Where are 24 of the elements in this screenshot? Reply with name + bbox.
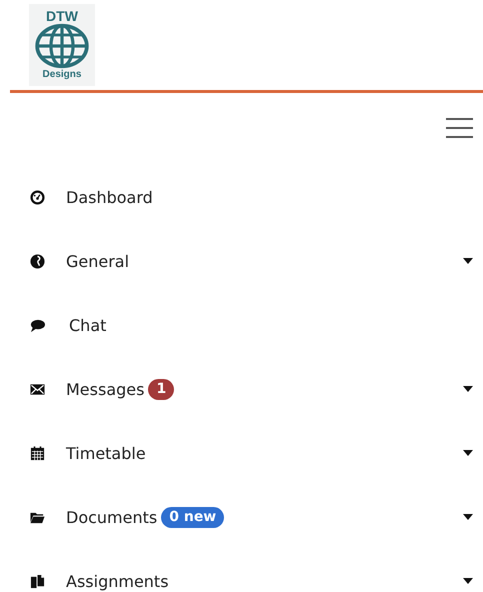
menu-label: Dashboard xyxy=(66,188,153,206)
logo-text: DTW xyxy=(46,9,78,23)
menu-item[interactable]: Messages 1 xyxy=(0,357,483,421)
envelope-icon xyxy=(30,382,45,396)
count-badge: 0 new xyxy=(161,506,224,528)
menu-label: Documents xyxy=(66,508,158,526)
files-icon xyxy=(30,574,45,588)
menu-item[interactable]: Documents 0 new xyxy=(0,485,483,549)
menu-item[interactable]: Assignments xyxy=(0,549,483,592)
logo-text: Designs xyxy=(42,69,82,81)
menu-label: Assignments xyxy=(66,572,169,590)
menu-item[interactable]: Timetable xyxy=(0,421,483,485)
menu-item[interactable]: Chat xyxy=(0,293,483,357)
menu-icon[interactable] xyxy=(446,118,473,138)
menu-item[interactable]: General xyxy=(0,229,483,293)
menu-item[interactable]: Dashboard xyxy=(0,165,483,229)
menu-label: Timetable xyxy=(66,444,146,462)
speech-bubble-icon xyxy=(30,318,45,332)
menu-label: General xyxy=(66,252,130,270)
menu-label: Chat xyxy=(69,316,106,334)
count-badge: 1 xyxy=(148,378,174,400)
gauge-icon xyxy=(30,190,45,204)
menu-label: Messages xyxy=(66,380,144,398)
calendar-icon xyxy=(30,446,45,460)
